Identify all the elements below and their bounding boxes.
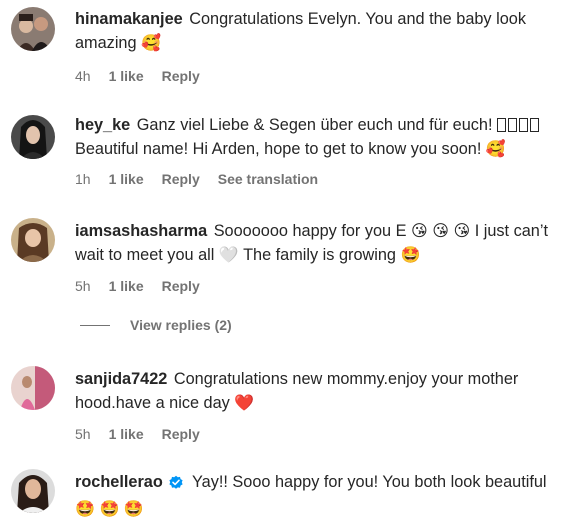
avatar[interactable]	[11, 115, 55, 159]
kissing-face-emoji-icon: 😘	[453, 221, 471, 240]
comment-username[interactable]: hey_ke	[75, 116, 130, 134]
kissing-face-emoji-icon: 😘	[411, 221, 428, 240]
like-count[interactable]: 1 like	[109, 68, 144, 84]
comment-text: hey_ke Ganz viel Liebe & Segen über euch…	[75, 114, 551, 161]
comment-time: 5h	[75, 426, 91, 442]
comment-username[interactable]: hinamakanjee	[75, 10, 183, 28]
avatar[interactable]	[11, 366, 55, 410]
reply-button[interactable]: Reply	[162, 171, 200, 187]
comment-body: Beautiful name! Hi Arden, hope to get to…	[75, 140, 482, 158]
comment-text: rochellerao Yay!! Sooo happy for you! Yo…	[75, 471, 551, 521]
comment-body: The family is growing	[243, 246, 396, 264]
reply-button[interactable]: Reply	[162, 68, 200, 84]
comment-username[interactable]: sanjida7422	[75, 370, 167, 388]
comment-time: 4h	[75, 68, 91, 84]
smiling-hearts-emoji-icon: 🥰	[485, 139, 506, 158]
divider	[80, 324, 110, 326]
comment-username[interactable]: iamsashasharma	[75, 222, 207, 240]
star-struck-emoji-icon: 🤩	[99, 499, 120, 518]
comment-time: 1h	[75, 171, 91, 187]
star-struck-emoji-icon: 🤩	[75, 499, 95, 518]
avatar[interactable]	[11, 218, 55, 262]
see-translation-button[interactable]: See translation	[218, 171, 318, 187]
view-replies-button[interactable]: View replies (2)	[80, 317, 232, 333]
avatar[interactable]	[11, 469, 55, 513]
comment-username[interactable]: rochellerao	[75, 473, 163, 491]
white-heart-emoji-icon: 🤍	[218, 245, 239, 264]
comment-body: Sooooooo happy for you E	[213, 222, 407, 240]
red-heart-emoji-icon: ❤️	[234, 393, 255, 412]
comment-time: 5h	[75, 278, 91, 294]
like-count[interactable]: 1 like	[109, 171, 144, 187]
star-struck-emoji-icon: 🤩	[400, 245, 421, 264]
like-count[interactable]: 1 like	[109, 426, 144, 442]
comment-text: hinamakanjee Congratulations Evelyn. You…	[75, 8, 551, 55]
view-replies-label: View replies (2)	[130, 317, 232, 333]
comment-body: Ganz viel Liebe & Segen über euch und fü…	[136, 116, 493, 134]
reply-button[interactable]: Reply	[162, 426, 200, 442]
comment-text: sanjida7422 Congratulations new mommy.en…	[75, 368, 551, 415]
kissing-face-emoji-icon: 😘	[432, 221, 449, 240]
star-struck-emoji-icon: 🤩	[123, 499, 144, 518]
verified-badge-icon	[168, 474, 184, 497]
reply-button[interactable]: Reply	[162, 278, 200, 294]
avatar[interactable]	[11, 7, 55, 51]
like-count[interactable]: 1 like	[109, 278, 144, 294]
comment-body: Yay!! Sooo happy for you! You both look …	[192, 473, 547, 491]
smiling-hearts-emoji-icon: 🥰	[141, 33, 161, 52]
comment-text: iamsashasharma Sooooooo happy for you E …	[75, 219, 551, 267]
unrendered-emoji-icon	[497, 116, 541, 134]
